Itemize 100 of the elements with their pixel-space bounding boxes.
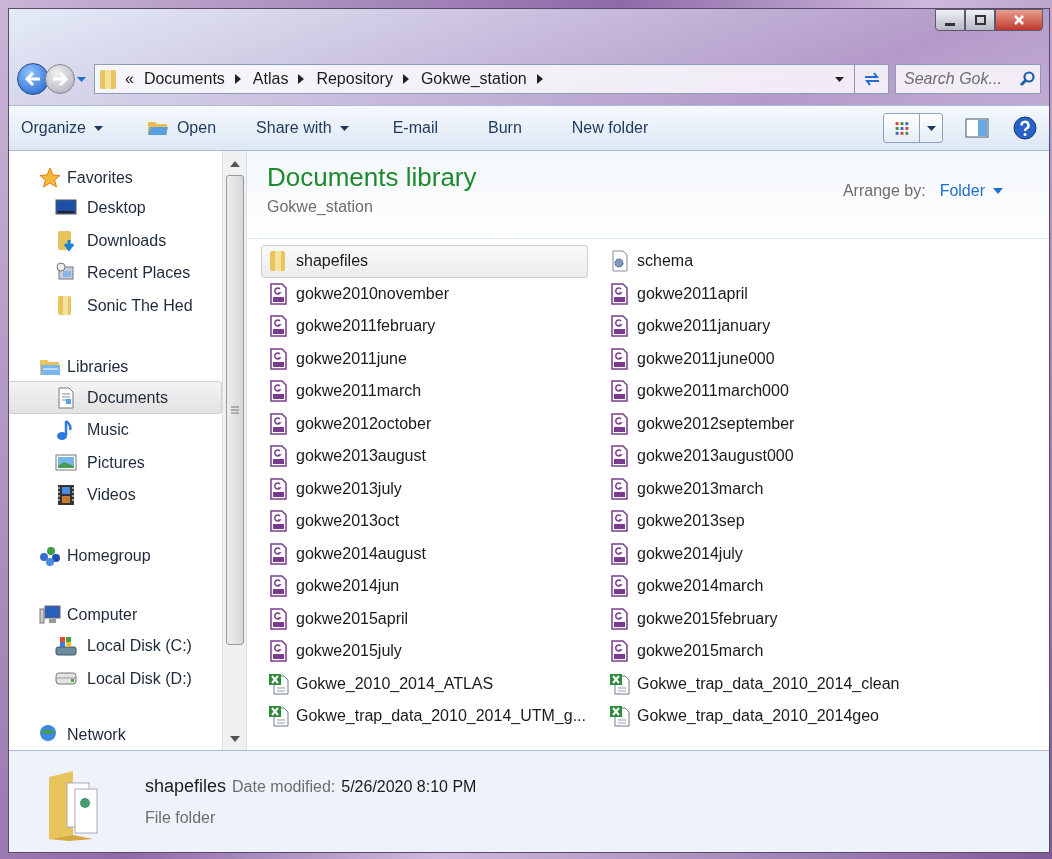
pdf-file-icon xyxy=(268,510,290,533)
scroll-thumb[interactable] xyxy=(225,175,244,645)
file-item[interactable]: Gokwe_trap_data_2010_2014_clean xyxy=(602,667,933,700)
breadcrumb[interactable]: Documents xyxy=(143,67,225,91)
sidebar-item[interactable]: Local Disk (C:) xyxy=(9,629,222,663)
file-item[interactable]: gokwe2014july xyxy=(602,537,933,570)
folder-icon xyxy=(99,68,117,90)
sidebar-group[interactable]: Computer xyxy=(9,600,222,630)
back-button[interactable] xyxy=(17,63,49,95)
sidebar-item[interactable]: Local Disk (D:) xyxy=(9,662,222,695)
file-item[interactable]: schema xyxy=(602,245,933,278)
sidebar-item[interactable]: Recent Places xyxy=(9,257,222,290)
file-item[interactable]: gokwe2011june xyxy=(261,342,592,375)
file-item[interactable]: Gokwe_2010_2014_ATLAS xyxy=(261,667,592,700)
library-subtitle: Gokwe_station xyxy=(267,197,374,217)
pdf-file-icon xyxy=(268,445,290,468)
file-item[interactable]: Gokwe_trap_data_2010_2014geo xyxy=(602,700,933,733)
address-bar[interactable]: « Documents Atlas Repository Gokwe_station xyxy=(94,64,889,94)
breadcrumb[interactable]: Gokwe_station xyxy=(420,67,527,91)
toolbar-button[interactable]: Burn xyxy=(488,116,522,140)
film-strip-icon xyxy=(55,484,77,507)
date-modified-label: Date modified: xyxy=(232,777,336,797)
sidebar-item[interactable]: Videos xyxy=(9,478,222,512)
downloads-folder-icon xyxy=(55,229,77,252)
sidebar-item[interactable]: Music xyxy=(9,413,222,447)
file-item[interactable]: gokwe2011march000 xyxy=(602,375,933,408)
file-item[interactable]: gokwe2011april xyxy=(602,277,933,310)
maximize-button[interactable] xyxy=(965,9,995,31)
scrollbar[interactable] xyxy=(222,151,246,750)
pdf-file-icon xyxy=(609,445,631,468)
file-item[interactable]: gokwe2014august xyxy=(261,537,592,570)
file-item[interactable]: gokwe2015july xyxy=(261,635,592,668)
file-item[interactable]: gokwe2011february xyxy=(261,310,592,343)
minimize-button[interactable] xyxy=(935,9,965,31)
file-item[interactable]: shapefiles xyxy=(261,245,588,278)
pane-icon xyxy=(965,118,989,138)
file-item[interactable]: gokwe2011june000 xyxy=(602,342,933,375)
file-item[interactable]: gokwe2013august000 xyxy=(602,440,933,473)
settings-file-icon xyxy=(609,250,631,273)
help-button[interactable] xyxy=(1013,116,1037,140)
file-item[interactable]: gokwe2015april xyxy=(261,602,592,635)
help-icon xyxy=(1013,116,1037,140)
sidebar-item[interactable]: Documents xyxy=(9,381,222,414)
pdf-file-icon xyxy=(268,315,290,338)
file-item[interactable]: gokwe2013sep xyxy=(602,505,933,538)
file-item[interactable]: gokwe2015february xyxy=(602,602,933,635)
file-item[interactable]: gokwe2013oct xyxy=(261,505,592,538)
scroll-down-icon[interactable] xyxy=(229,736,240,742)
sidebar-item[interactable]: Downloads xyxy=(9,224,222,258)
caret-down-icon xyxy=(339,125,349,131)
search-icon xyxy=(1019,71,1035,87)
chevron-right-icon xyxy=(234,74,241,84)
file-item[interactable]: gokwe2015march xyxy=(602,635,933,668)
file-item[interactable]: gokwe2013march xyxy=(602,472,933,505)
forward-button[interactable] xyxy=(45,64,75,94)
spreadsheet-file-icon xyxy=(609,705,631,728)
pdf-file-icon xyxy=(268,347,290,370)
library-title: Documents library xyxy=(267,161,477,193)
toolbar-button[interactable]: Organize xyxy=(21,116,103,140)
file-item[interactable]: gokwe2010november xyxy=(261,277,592,310)
file-item[interactable]: gokwe2013july xyxy=(261,472,592,505)
sidebar-group[interactable]: Homegroup xyxy=(9,541,222,571)
toolbar-button[interactable]: New folder xyxy=(571,116,649,140)
file-item[interactable]: gokwe2013august xyxy=(261,440,592,473)
pdf-file-icon xyxy=(609,575,631,598)
file-item[interactable]: gokwe2011march xyxy=(261,375,592,408)
search-field[interactable]: Search Gok... xyxy=(895,64,1041,94)
pdf-file-icon xyxy=(268,607,290,630)
file-item[interactable]: gokwe2012october xyxy=(261,407,592,440)
toolbar-button[interactable]: Share with xyxy=(256,116,349,140)
pdf-file-icon xyxy=(609,380,631,403)
view-options-button[interactable] xyxy=(883,113,943,143)
preview-pane-button[interactable] xyxy=(965,118,989,138)
file-item[interactable]: gokwe2014march xyxy=(602,570,933,603)
sidebar-group[interactable]: Libraries xyxy=(9,352,222,382)
pdf-file-icon xyxy=(609,315,631,338)
sidebar-item[interactable]: Desktop xyxy=(9,192,222,225)
toolbar-button[interactable]: E-mail xyxy=(392,116,438,140)
toolbar-button[interactable]: Open xyxy=(146,116,217,140)
chevron-right-icon xyxy=(298,74,305,84)
close-button[interactable] xyxy=(995,9,1043,31)
sidebar-group[interactable]: Favorites xyxy=(9,163,222,193)
computer-icon xyxy=(39,604,61,627)
scroll-up-icon[interactable] xyxy=(229,161,240,167)
sidebar-group[interactable]: Network xyxy=(9,720,222,750)
file-item[interactable]: Gokwe_trap_data_2010_2014_UTM_g... xyxy=(261,700,592,733)
file-item[interactable]: gokwe2014jun xyxy=(261,570,592,603)
file-item[interactable]: gokwe2012september xyxy=(602,407,933,440)
spreadsheet-file-icon xyxy=(609,672,631,695)
minimize-icon xyxy=(945,22,955,26)
sidebar-item[interactable]: Pictures xyxy=(9,446,222,479)
breadcrumb[interactable]: Atlas xyxy=(252,67,289,91)
close-icon xyxy=(1014,15,1024,25)
spreadsheet-file-icon xyxy=(268,705,290,728)
breadcrumb[interactable]: Repository xyxy=(316,67,393,91)
arrange-by-dropdown[interactable]: Folder xyxy=(939,179,1003,203)
sidebar-item[interactable]: Sonic The Hed xyxy=(9,289,222,323)
file-item[interactable]: gokwe2011january xyxy=(602,310,933,343)
overflow-chevron[interactable]: « xyxy=(125,67,134,91)
pdf-file-icon xyxy=(268,380,290,403)
